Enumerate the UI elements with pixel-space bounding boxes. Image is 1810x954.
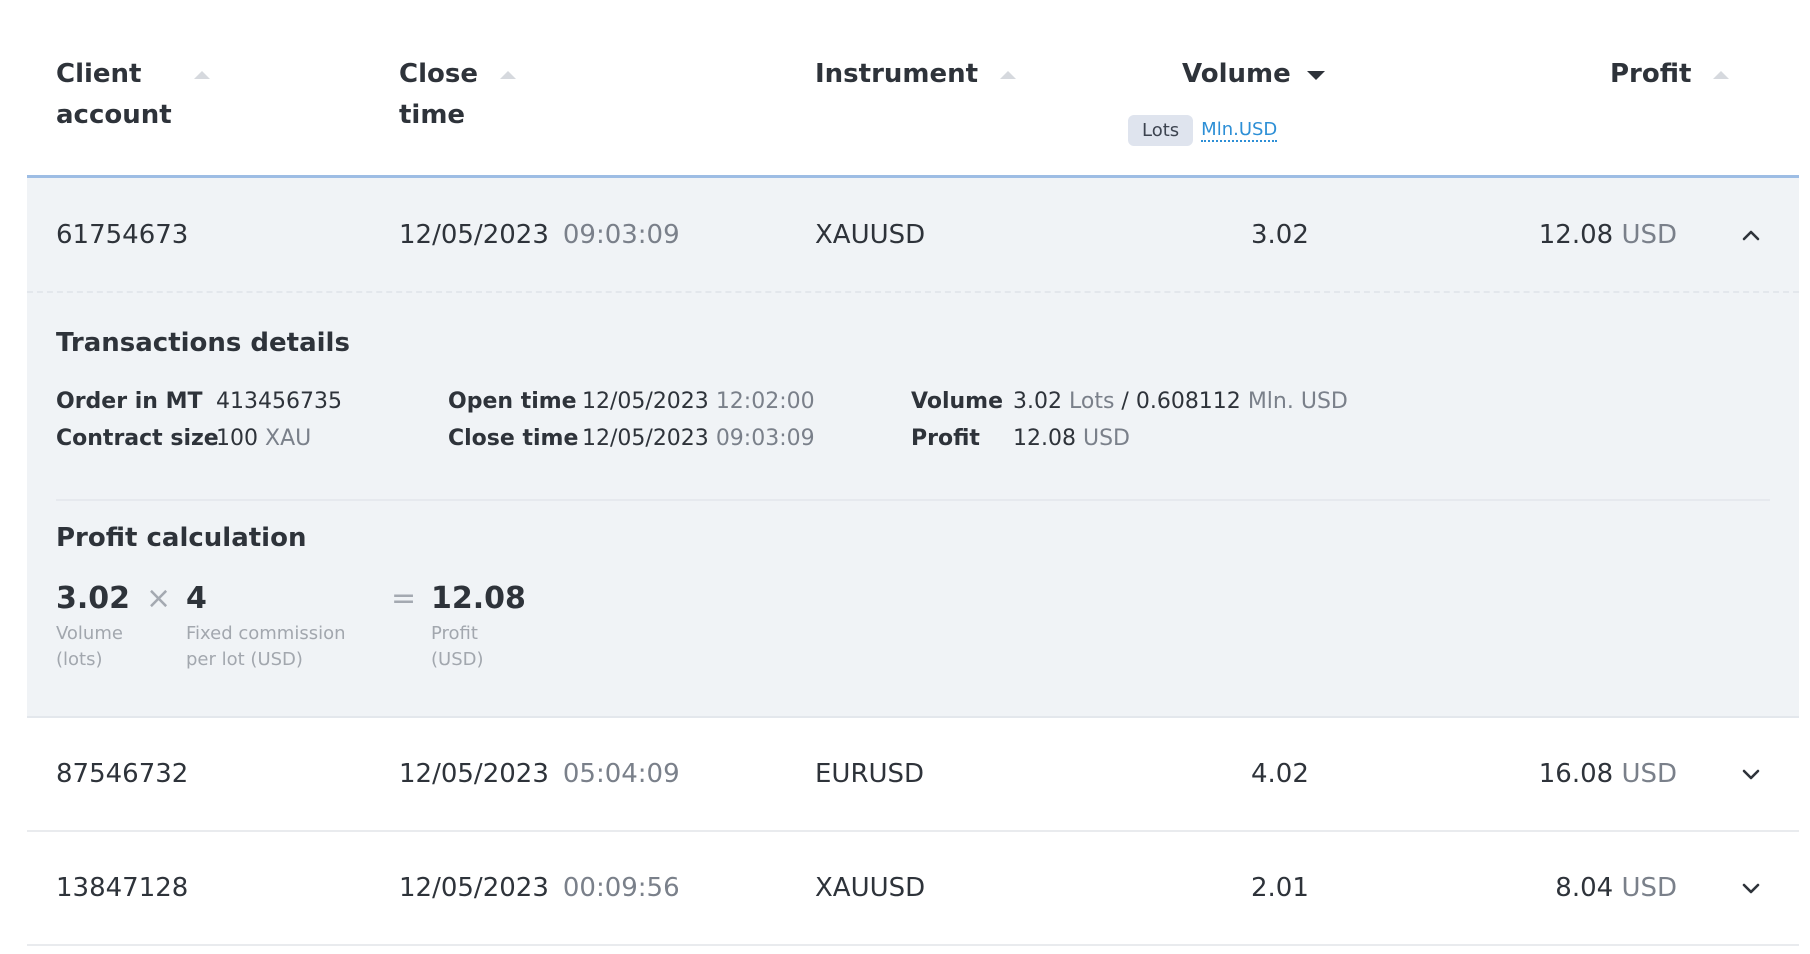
close-date: 12/05/2023 [582,426,709,451]
column-header-instrument[interactable]: Instrument [815,54,1017,95]
close-time: 09:03:09 [715,426,815,451]
calc-result-label: Profit [431,623,478,644]
close-time-cell: 12/05/2023 09:03:09 [399,220,680,250]
column-label: Profit [1610,59,1692,89]
calc-volume-label: (lots) [56,649,103,670]
profit-value: 16.08 [1538,759,1614,789]
details-divider [56,499,1770,501]
sort-up-icon [1000,71,1017,79]
close-time: 00:09:56 [562,873,680,903]
close-date: 12/05/2023 [399,759,549,789]
table-row[interactable]: 61754673 12/05/2023 09:03:09 XAUUSD 3.02 … [27,178,1799,293]
calc-result: 12.08 [431,581,526,616]
profit-unit: USD [1082,426,1130,451]
open-time: 12:02:00 [715,389,815,414]
open-time-label: Open time [448,389,577,414]
volume-unit-toggle: Lots Mln.USD [1128,115,1278,146]
profit-label: Profit [911,426,980,451]
client-account-cell: 13847128 [56,873,189,903]
close-time-value: 12/05/2023 09:03:09 [582,420,815,457]
contract-size-number: 100 [216,426,258,451]
transaction-details-panel: Transactions details Order in MT 4134567… [27,293,1799,718]
profit-value: 12.08 [1538,219,1614,250]
close-time: 05:04:09 [562,759,680,789]
sort-up-icon [193,71,210,79]
multiply-sign: × [146,581,172,616]
sort-up-icon [499,71,516,79]
transactions-table: Client account Close time Instrument Volum… [27,0,1799,946]
profit-cell: 12.08 USD [1539,220,1677,250]
table-row[interactable]: 87546732 12/05/2023 05:04:09 EURUSD 4.02 … [27,718,1799,832]
chevron-down-icon[interactable] [1741,881,1761,895]
contract-size-unit: XAU [265,426,312,451]
column-header-volume[interactable]: Volume [1182,54,1325,95]
calc-commission-label: Fixed commission [186,623,346,644]
instrument-cell: EURUSD [815,759,925,789]
volume-mln-unit: Mln. USD [1247,389,1348,414]
instrument-cell: XAUUSD [815,219,926,250]
close-time-cell: 12/05/2023 05:04:09 [399,759,680,789]
close-time-label: Close time [448,426,579,451]
client-account-cell: 61754673 [56,219,189,250]
column-label: time [399,100,466,130]
chevron-down-icon[interactable] [1741,767,1761,781]
table-header: Client account Close time Instrument Volum… [27,0,1799,178]
column-header-profit[interactable]: Profit [1610,54,1730,95]
volume-mln: 0.608112 [1135,389,1241,414]
close-time-cell: 12/05/2023 00:09:56 [399,873,680,903]
volume-value: 3.02 Lots / 0.608112 Mln. USD [1013,383,1348,420]
contract-size-value: 100 XAU [216,420,311,457]
volume-cell: 4.02 [1251,759,1309,789]
unit-mln-usd-button[interactable]: Mln.USD [1201,119,1278,142]
close-date: 12/05/2023 [399,873,549,903]
order-in-mt-label: Order in MT [56,389,203,414]
instrument-cell: XAUUSD [815,873,926,903]
calc-volume-label: Volume [56,623,123,644]
profit-currency: USD [1621,219,1677,250]
profit-value: 8.04 [1555,873,1614,903]
transactions-details-title: Transactions details [56,328,350,358]
open-date: 12/05/2023 [582,389,709,414]
profit-currency: USD [1621,759,1677,789]
volume-cell: 2.01 [1251,873,1309,903]
close-time: 09:03:09 [562,219,680,250]
column-label: account [56,100,172,130]
column-label: Volume [1182,59,1291,89]
profit-cell: 16.08 USD [1539,759,1677,789]
volume-separator: / [1121,389,1129,414]
volume-cell: 3.02 [1251,219,1309,250]
profit-currency: USD [1621,873,1677,903]
column-label: Client [56,59,142,89]
table-row[interactable]: 13847128 12/05/2023 00:09:56 XAUUSD 2.01 … [27,832,1799,946]
calc-volume: 3.02 [56,581,131,616]
column-header-close-time[interactable]: Close time [399,54,516,136]
equals-sign: = [391,581,417,616]
profit-calculation-title: Profit calculation [56,523,307,553]
calc-commission-label: per lot (USD) [186,649,303,670]
sort-down-icon [1306,71,1325,80]
order-in-mt-value: 413456735 [216,389,342,414]
column-label: Close [399,59,478,89]
profit-cell: 8.04 USD [1555,873,1677,903]
client-account-cell: 87546732 [56,759,189,789]
profit-value: 12.08 USD [1013,420,1130,457]
close-date: 12/05/2023 [399,219,549,250]
volume-lots-unit: Lots [1068,389,1115,414]
volume-label: Volume [911,389,1003,414]
unit-lots-button[interactable]: Lots [1128,115,1194,146]
calc-result-label: (USD) [431,649,484,670]
contract-size-label: Contract size [56,426,219,451]
column-header-client-account[interactable]: Client account [56,54,210,136]
volume-lots: 3.02 [1013,389,1062,414]
open-time-value: 12/05/2023 12:02:00 [582,383,815,420]
chevron-up-icon[interactable] [1741,228,1761,242]
profit-number: 12.08 [1013,426,1076,451]
sort-up-icon [1713,71,1730,79]
calc-commission: 4 [186,581,207,616]
column-label: Instrument [815,59,979,89]
